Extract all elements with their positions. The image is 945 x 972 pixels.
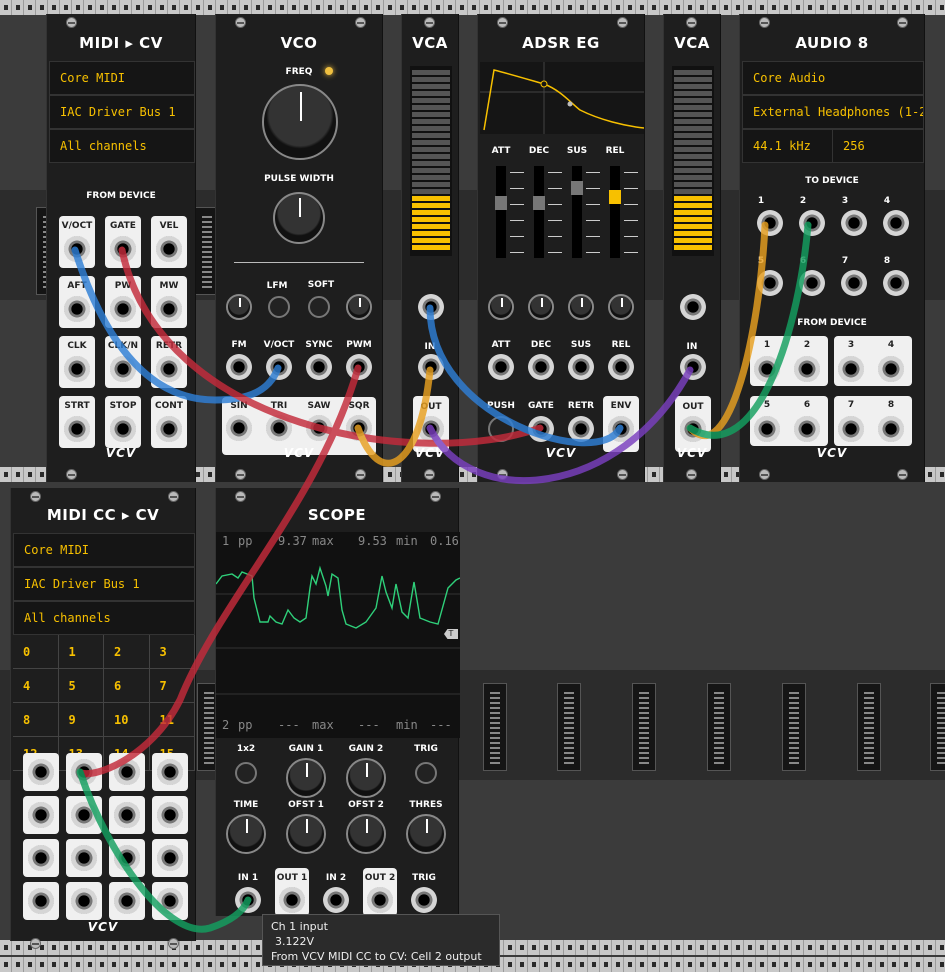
tooltip-source: From VCV MIDI CC to CV: Cell 2 output xyxy=(271,950,482,963)
tooltip-voltage: 3.122V xyxy=(275,935,315,948)
cable-yellow-audio xyxy=(686,221,769,440)
cable-blue-env xyxy=(426,304,624,447)
cable-red-gate xyxy=(118,246,544,447)
cable-purple-vca xyxy=(426,366,694,484)
cable-green-scope xyxy=(76,768,252,933)
cable-yellow-sqr xyxy=(354,366,434,467)
cable-layer xyxy=(71,221,812,933)
cable-blue-voct xyxy=(71,246,282,404)
port-tooltip: Ch 1 input 3.122V From VCV MIDI CC to CV… xyxy=(262,914,500,966)
cable-green-audio xyxy=(686,221,812,439)
tooltip-title: Ch 1 input xyxy=(271,920,328,933)
